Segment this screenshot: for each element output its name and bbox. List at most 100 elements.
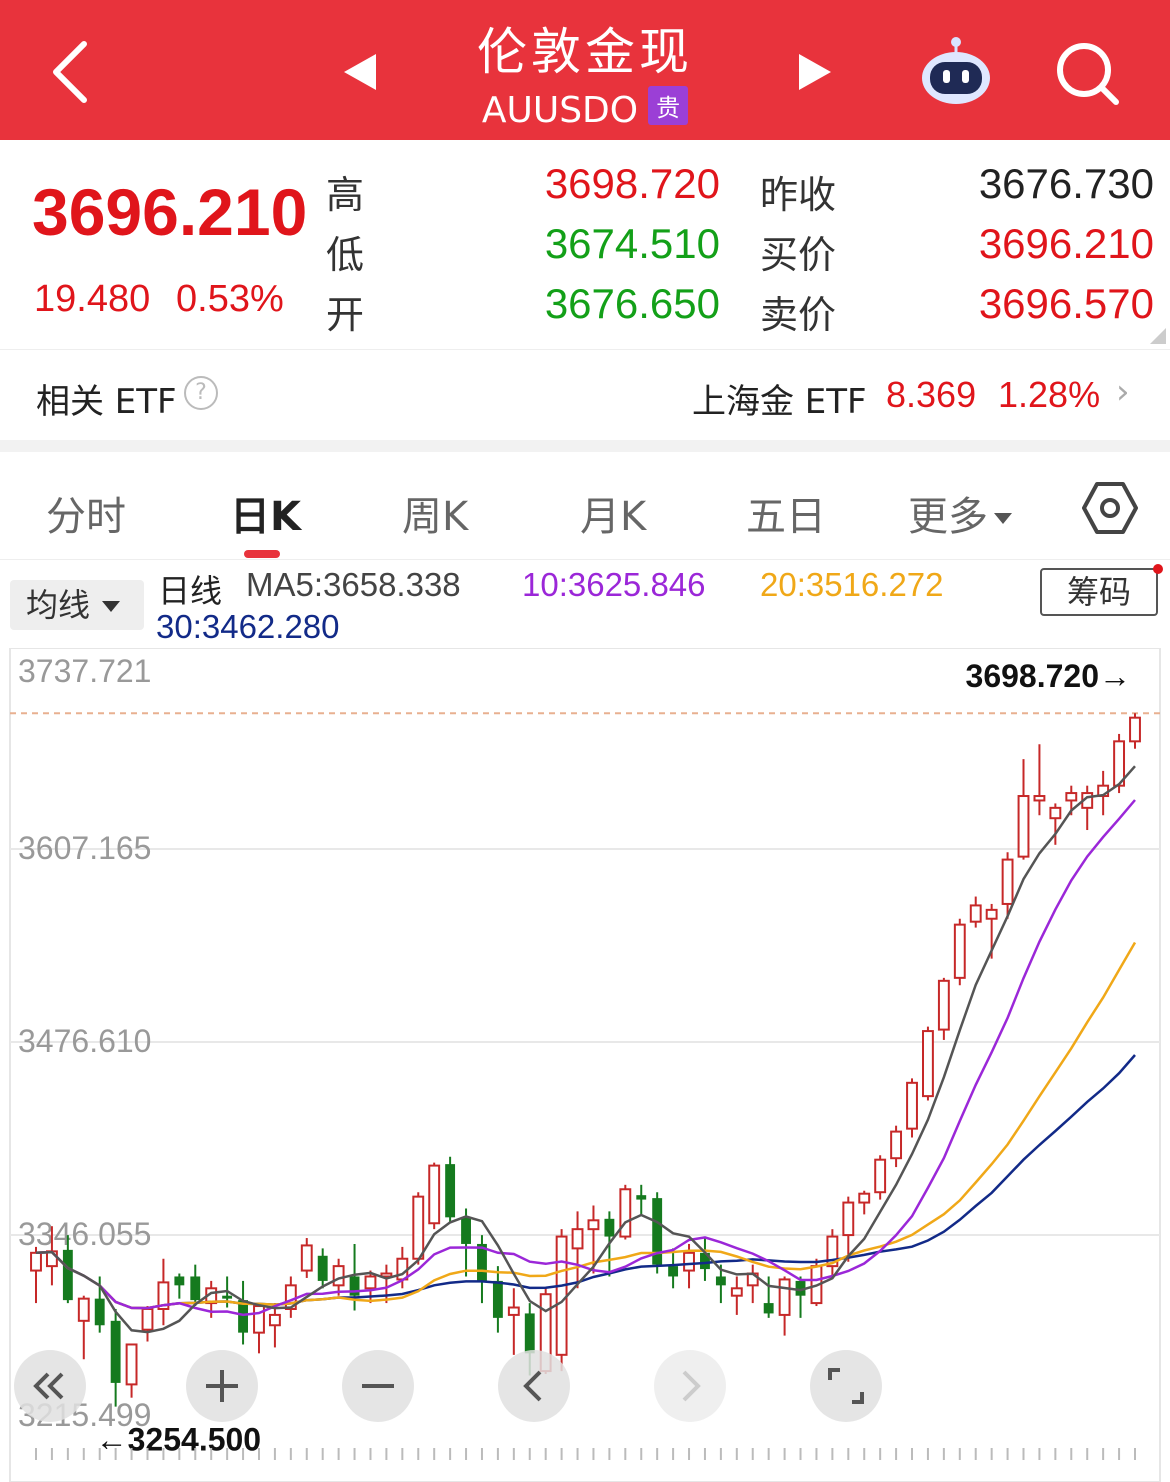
low-label: 低 [326, 233, 365, 277]
help-icon[interactable]: ? [184, 376, 218, 410]
active-tab-indicator [244, 550, 280, 558]
candle-body-up [1033, 795, 1046, 802]
candlestick-chart[interactable]: 3737.7213607.1653476.6103346.0553215.499… [0, 648, 1170, 1482]
candle-body-up [1001, 858, 1014, 905]
expand-corner-icon[interactable] [1150, 328, 1166, 344]
tab-daily-k[interactable]: 日K [230, 484, 301, 542]
candle-body-down [238, 1300, 248, 1333]
candle-body-up [332, 1265, 345, 1287]
fullscreen-button[interactable] [810, 1350, 882, 1422]
candle-body-up [1049, 806, 1062, 820]
candle-body-down [524, 1313, 535, 1354]
last-price: 3696.210 [32, 175, 308, 249]
tab-more-label: 更多 [908, 494, 988, 540]
tab-monthly-k[interactable]: 月K [580, 484, 646, 542]
high-label: 高 [326, 173, 365, 217]
candle-body-up [1017, 795, 1030, 858]
candle-body-up [922, 1030, 934, 1098]
tab-intraday[interactable]: 分时 [46, 484, 126, 542]
candle-body-down [445, 1164, 456, 1218]
candle-body-up [730, 1287, 743, 1297]
low-value: 3674.510 [544, 220, 720, 267]
prev-close-label: 昨收 [760, 173, 837, 217]
fullscreen-icon [828, 1368, 864, 1404]
zoom-out-icon [362, 1384, 394, 1388]
candle-body-up [683, 1251, 695, 1272]
open-label: 开 [326, 293, 365, 337]
indicator-selector[interactable]: 均线 [10, 580, 144, 630]
candle-body-down [763, 1303, 774, 1314]
symbol-code: AUUSDO [481, 90, 639, 131]
candle-body-up [555, 1235, 568, 1356]
candle-body-up [253, 1305, 265, 1334]
candle-body-up [125, 1343, 138, 1386]
candle-body-up [937, 979, 950, 1031]
candle-body-up [571, 1228, 584, 1250]
ma20-value: 20:3516.272 [760, 566, 944, 603]
scroll-right-icon [682, 1370, 701, 1402]
zoom-in-icon [206, 1370, 238, 1402]
chevron-right-icon[interactable]: › [1116, 372, 1130, 412]
period-tabs: 分时 日K 周K 月K 五日 更多 [0, 452, 1170, 560]
related-etf-label: 相关 ETF [36, 382, 177, 422]
section-divider [0, 440, 1170, 452]
bid-label: 买价 [760, 233, 837, 277]
price-change: 19.480 [34, 278, 151, 320]
y-tick-label: 3476.610 [18, 1023, 151, 1059]
candle-body-up [364, 1275, 377, 1290]
scroll-left-button[interactable] [498, 1350, 570, 1422]
ma5-value: MA5:3658.338 [246, 566, 461, 603]
ma-prefix: 日线 [158, 572, 223, 610]
quote-panel: 3696.210 19.480 0.53% 高 低 开 3698.720 367… [0, 140, 1170, 350]
candle-body-down [174, 1276, 185, 1286]
zoom-out-button[interactable] [342, 1350, 414, 1422]
candle-body-up [1065, 792, 1078, 802]
zoom-all-icon [33, 1372, 64, 1400]
candle-body-down [190, 1276, 201, 1301]
related-etf-row[interactable]: 相关 ETF ? 上海金 ETF 8.369 1.28% › [0, 352, 1170, 440]
candle-body-down [222, 1295, 233, 1299]
scroll-right-button[interactable] [654, 1350, 726, 1422]
page-title: 伦敦金现 [477, 23, 693, 81]
candle-body-up [1129, 716, 1141, 743]
price-change-pct: 0.53% [176, 278, 284, 320]
candle-body-up [890, 1130, 903, 1160]
zoom-all-button[interactable] [14, 1350, 86, 1422]
candle-body-up [619, 1188, 632, 1238]
candle-body-up [778, 1278, 791, 1316]
etf-price: 8.369 [886, 374, 977, 415]
etf-change-pct: 1.28% [998, 374, 1101, 415]
candle-body-up [428, 1164, 441, 1225]
search-icon[interactable] [1054, 40, 1120, 106]
settings-hexagon-icon[interactable] [1082, 480, 1138, 536]
candle-body-up [874, 1158, 887, 1194]
candle-body-down [492, 1280, 503, 1318]
etf-name: 上海金 ETF [692, 382, 867, 422]
tab-five-day[interactable]: 五日 [746, 484, 826, 542]
next-triangle-icon[interactable] [795, 50, 835, 94]
candle-body-down [94, 1298, 105, 1326]
candle-body-down [715, 1276, 726, 1286]
candle-body-up [842, 1201, 855, 1237]
ask-label: 卖价 [760, 293, 837, 337]
candle-body-up [141, 1307, 154, 1331]
prev-close-value: 3676.730 [978, 160, 1154, 207]
ask-value: 3696.570 [978, 280, 1154, 327]
chip-distribution-button[interactable]: 筹码 [1040, 568, 1158, 616]
robot-assistant-icon[interactable] [918, 36, 994, 108]
candle-body-up [985, 908, 998, 920]
candle-body-down [461, 1217, 471, 1244]
open-value: 3676.650 [544, 280, 720, 327]
candle-body-down [62, 1249, 73, 1301]
candle-body-up [300, 1244, 313, 1272]
candle-body-up [412, 1195, 425, 1260]
high-value: 3698.720 [544, 160, 720, 207]
category-badge: 贵 [648, 86, 689, 125]
zoom-in-button[interactable] [186, 1350, 258, 1422]
indicator-selector-label: 均线 [26, 586, 91, 624]
tab-weekly-k[interactable]: 周K [402, 484, 468, 542]
chart-frame [9, 648, 1161, 1482]
page-subtitle: AUUSDO 贵 [0, 86, 1170, 131]
ma30-value: 30:3462.280 [156, 608, 340, 645]
tab-more[interactable]: 更多 [908, 484, 1012, 542]
